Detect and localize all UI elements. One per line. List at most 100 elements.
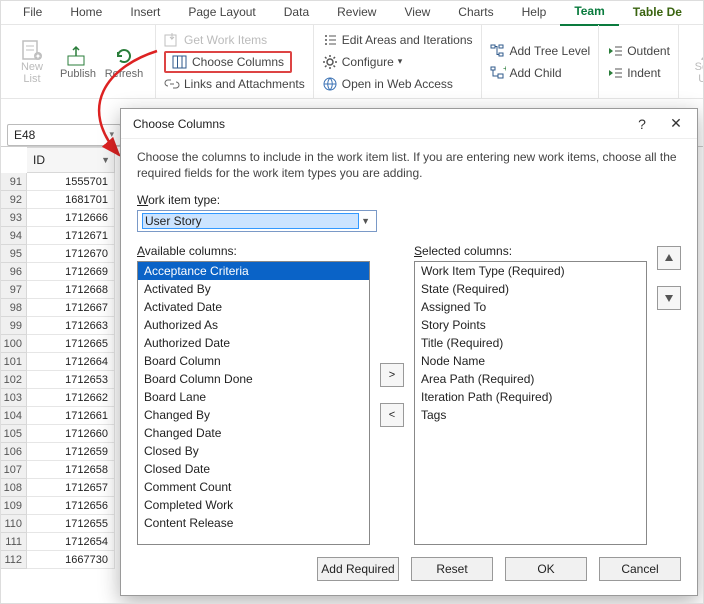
- selected-item[interactable]: Story Points: [415, 316, 646, 334]
- row-header[interactable]: 100: [1, 335, 27, 353]
- available-item[interactable]: Changed Date: [138, 424, 369, 442]
- available-item[interactable]: Board Column Done: [138, 370, 369, 388]
- cell-id[interactable]: 1712667: [27, 299, 115, 317]
- row-header[interactable]: 107: [1, 461, 27, 479]
- refresh-button[interactable]: Refresh: [101, 27, 147, 96]
- help-button[interactable]: ?: [625, 110, 659, 138]
- cell-id[interactable]: 1712657: [27, 479, 115, 497]
- row-header[interactable]: 111: [1, 533, 27, 551]
- row-header[interactable]: 104: [1, 407, 27, 425]
- publish-button[interactable]: Publish: [55, 27, 101, 96]
- available-item[interactable]: Authorized Date: [138, 334, 369, 352]
- cancel-button[interactable]: Cancel: [599, 557, 681, 581]
- cell-id[interactable]: 1681701: [27, 191, 115, 209]
- cell-id[interactable]: 1712656: [27, 497, 115, 515]
- cell-id[interactable]: 1712663: [27, 317, 115, 335]
- row-header[interactable]: 109: [1, 497, 27, 515]
- row-header[interactable]: 102: [1, 371, 27, 389]
- cell-id[interactable]: 1712654: [27, 533, 115, 551]
- add-child-button[interactable]: + Add Child: [490, 62, 591, 84]
- row-header[interactable]: 93: [1, 209, 27, 227]
- tab-review[interactable]: Review: [323, 1, 390, 25]
- available-item[interactable]: Changed By: [138, 406, 369, 424]
- tab-file[interactable]: File: [9, 1, 56, 25]
- selected-item[interactable]: Work Item Type (Required): [415, 262, 646, 280]
- row-header[interactable]: 94: [1, 227, 27, 245]
- column-header-id[interactable]: ID ▼: [27, 147, 115, 173]
- cell-id[interactable]: 1712666: [27, 209, 115, 227]
- available-item[interactable]: Completed Work: [138, 496, 369, 514]
- row-header[interactable]: 96: [1, 263, 27, 281]
- filter-arrow-icon[interactable]: ▼: [101, 155, 110, 165]
- row-header[interactable]: 98: [1, 299, 27, 317]
- name-box[interactable]: E48 ▾: [7, 124, 121, 146]
- cell-id[interactable]: 1712661: [27, 407, 115, 425]
- selected-item[interactable]: Assigned To: [415, 298, 646, 316]
- cell-id[interactable]: 1712670: [27, 245, 115, 263]
- available-item[interactable]: Acceptance Criteria: [138, 262, 369, 280]
- tab-table-de[interactable]: Table De: [619, 1, 696, 25]
- tab-home[interactable]: Home: [56, 1, 116, 25]
- selected-item[interactable]: Area Path (Required): [415, 370, 646, 388]
- cell-id[interactable]: 1712659: [27, 443, 115, 461]
- available-item[interactable]: Activated Date: [138, 298, 369, 316]
- outdent-button[interactable]: Outdent: [607, 40, 670, 62]
- close-button[interactable]: ✕: [659, 110, 693, 138]
- get-work-items-button[interactable]: Get Work Items: [164, 29, 305, 51]
- available-columns-list[interactable]: Acceptance CriteriaActivated ByActivated…: [137, 261, 370, 545]
- tab-insert[interactable]: Insert: [116, 1, 174, 25]
- selected-columns-list[interactable]: Work Item Type (Required)State (Required…: [414, 261, 647, 545]
- row-header[interactable]: 91: [1, 173, 27, 191]
- cell-id[interactable]: 1712655: [27, 515, 115, 533]
- cell-id[interactable]: 1667730: [27, 551, 115, 569]
- move-left-button[interactable]: <: [380, 403, 404, 427]
- row-header[interactable]: 101: [1, 353, 27, 371]
- add-tree-button[interactable]: Add Tree Level: [490, 40, 591, 62]
- select-user-button[interactable]: Select User: [687, 27, 704, 96]
- tab-data[interactable]: Data: [270, 1, 323, 25]
- row-header[interactable]: 92: [1, 191, 27, 209]
- available-item[interactable]: Closed By: [138, 442, 369, 460]
- cell-id[interactable]: 1712658: [27, 461, 115, 479]
- row-header[interactable]: 99: [1, 317, 27, 335]
- open-web-button[interactable]: Open in Web Access: [322, 73, 473, 95]
- tab-charts[interactable]: Charts: [444, 1, 507, 25]
- cell-id[interactable]: 1712660: [27, 425, 115, 443]
- tab-team[interactable]: Team: [560, 0, 618, 26]
- row-header[interactable]: 108: [1, 479, 27, 497]
- configure-button[interactable]: Configure ▾: [322, 51, 473, 73]
- move-down-button[interactable]: [657, 286, 681, 310]
- row-header[interactable]: 95: [1, 245, 27, 263]
- links-attachments-button[interactable]: Links and Attachments: [164, 73, 305, 95]
- selected-item[interactable]: Iteration Path (Required): [415, 388, 646, 406]
- cell-id[interactable]: 1712664: [27, 353, 115, 371]
- available-item[interactable]: Comment Count: [138, 478, 369, 496]
- available-item[interactable]: Board Lane: [138, 388, 369, 406]
- work-item-type-select[interactable]: User Story ▼: [137, 210, 377, 232]
- selected-item[interactable]: Title (Required): [415, 334, 646, 352]
- move-right-button[interactable]: >: [380, 363, 404, 387]
- available-item[interactable]: Board Column: [138, 352, 369, 370]
- indent-button[interactable]: Indent: [607, 62, 670, 84]
- available-item[interactable]: Authorized As: [138, 316, 369, 334]
- new-list-button[interactable]: ✦ New List: [9, 27, 55, 96]
- tab-view[interactable]: View: [390, 1, 444, 25]
- available-item[interactable]: Activated By: [138, 280, 369, 298]
- row-header[interactable]: 97: [1, 281, 27, 299]
- available-item[interactable]: Content Release: [138, 514, 369, 532]
- available-item[interactable]: Closed Date: [138, 460, 369, 478]
- row-header[interactable]: 106: [1, 443, 27, 461]
- row-header[interactable]: 110: [1, 515, 27, 533]
- selected-item[interactable]: State (Required): [415, 280, 646, 298]
- row-header[interactable]: 105: [1, 425, 27, 443]
- cell-id[interactable]: 1555701: [27, 173, 115, 191]
- move-up-button[interactable]: [657, 246, 681, 270]
- cell-id[interactable]: 1712669: [27, 263, 115, 281]
- selected-item[interactable]: Node Name: [415, 352, 646, 370]
- row-header[interactable]: 103: [1, 389, 27, 407]
- cell-id[interactable]: 1712662: [27, 389, 115, 407]
- reset-button[interactable]: Reset: [411, 557, 493, 581]
- add-required-button[interactable]: Add Required: [317, 557, 399, 581]
- cell-id[interactable]: 1712653: [27, 371, 115, 389]
- cell-id[interactable]: 1712665: [27, 335, 115, 353]
